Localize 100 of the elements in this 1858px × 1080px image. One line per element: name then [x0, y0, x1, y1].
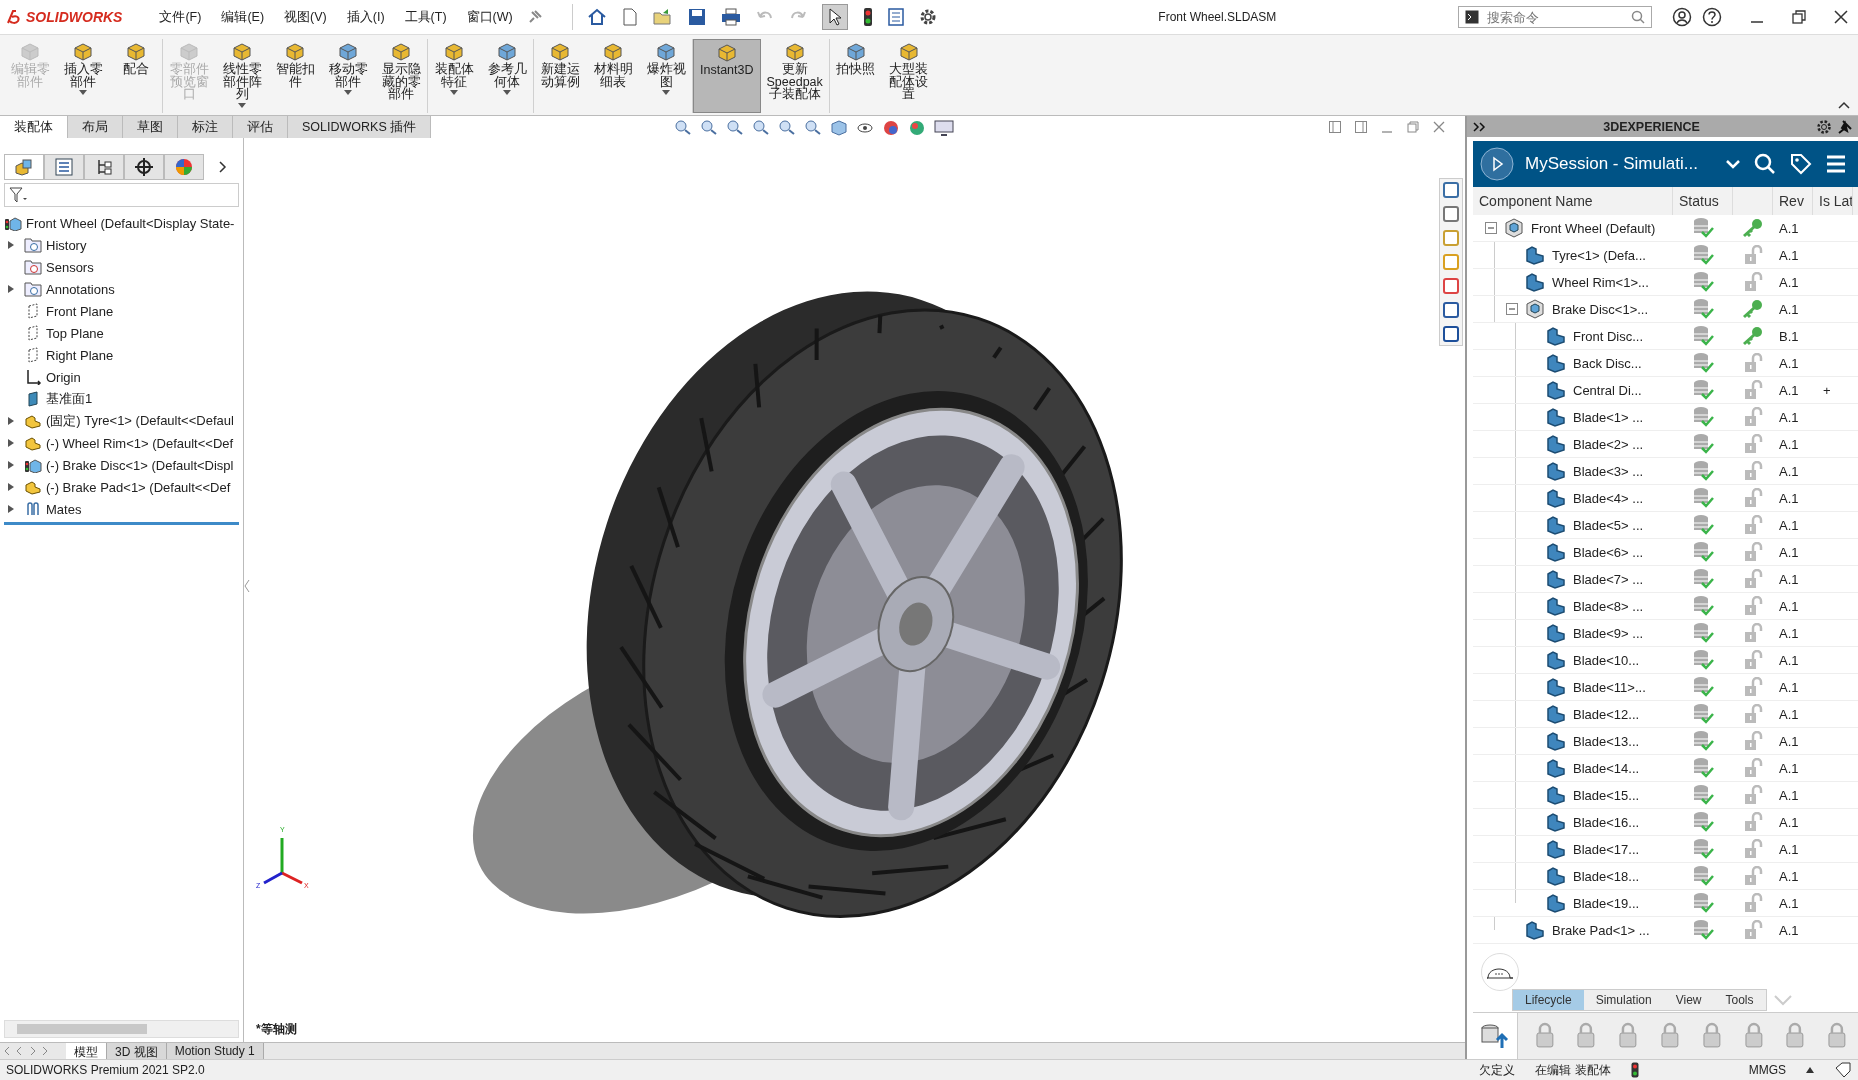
ribbon-button[interactable]: 配合 — [110, 39, 163, 113]
task-pane-icon[interactable] — [1442, 181, 1460, 199]
caret-icon[interactable] — [450, 90, 458, 95]
component-name[interactable]: Blade<7> ... — [1573, 571, 1644, 587]
command-tab[interactable]: 装配体 — [0, 116, 68, 138]
component-name[interactable]: Blade<14... — [1573, 760, 1640, 776]
list-icon[interactable] — [887, 8, 904, 26]
ribbon-button[interactable]: Instant3D — [693, 39, 761, 113]
component-name[interactable]: Blade<11>... — [1573, 679, 1646, 695]
view-tool-icon[interactable] — [700, 119, 718, 135]
component-name[interactable]: Blade<13... — [1573, 733, 1640, 749]
column-header[interactable]: Component Name — [1473, 187, 1673, 215]
save-icon[interactable] — [687, 8, 706, 26]
expand-arrow-icon[interactable] — [8, 285, 14, 293]
command-tab[interactable]: 草图 — [123, 116, 178, 138]
component-name[interactable]: Blade<6> ... — [1573, 544, 1644, 560]
settings-icon[interactable] — [1816, 118, 1832, 135]
collapse-toggle-icon[interactable] — [1506, 303, 1518, 315]
database-upload-button[interactable] — [1473, 1013, 1518, 1059]
model-tab[interactable]: 模型 — [66, 1043, 107, 1059]
panel-tab[interactable]: Simulation — [1583, 990, 1664, 1010]
component-name[interactable]: Blade<12... — [1573, 706, 1640, 722]
tree-item[interactable]: Annotations — [46, 281, 115, 297]
command-tab[interactable]: 评估 — [233, 116, 288, 138]
task-pane-icon[interactable] — [1442, 205, 1460, 223]
tree-item[interactable]: (-) Wheel Rim<1> (Default<<Def — [46, 435, 234, 451]
tree-item[interactable]: (-) Brake Disc<1> (Default<Displ — [46, 457, 234, 473]
view-tool-icon[interactable] — [674, 119, 692, 135]
expand-arrow-icon[interactable] — [8, 241, 14, 249]
restore-icon[interactable] — [1792, 10, 1806, 24]
expand-arrow-icon[interactable] — [8, 417, 14, 425]
menu-item[interactable]: 工具(T) — [399, 8, 452, 26]
ribbon-button[interactable]: 插入零部件 — [57, 39, 110, 113]
column-header[interactable]: Status — [1673, 187, 1733, 215]
ribbon-button[interactable]: 新建运动算例 — [534, 39, 587, 113]
tree-item[interactable]: Origin — [46, 369, 81, 385]
model-tab[interactable]: 3D 视图 — [107, 1043, 167, 1059]
component-name[interactable]: Blade<18... — [1573, 868, 1640, 884]
menu-item[interactable]: 视图(V) — [279, 8, 332, 26]
settings-icon[interactable] — [918, 8, 937, 26]
ribbon-button[interactable]: 智能扣件 — [269, 39, 322, 113]
component-name[interactable]: Blade<9> ... — [1573, 625, 1644, 641]
view-tool-icon[interactable] — [752, 119, 770, 135]
feature-tree-tab[interactable] — [4, 154, 44, 180]
view-tool-icon[interactable] — [804, 119, 822, 135]
component-name[interactable]: Wheel Rim<1>... — [1552, 274, 1649, 290]
menu-item[interactable]: 插入(I) — [341, 8, 390, 26]
monitor-icon[interactable] — [934, 119, 954, 137]
ribbon-button[interactable]: 更新Speedpak子装配体 — [760, 39, 830, 113]
command-tab[interactable]: 标注 — [178, 116, 233, 138]
tree-item[interactable]: Top Plane — [46, 325, 104, 341]
task-pane-icon[interactable] — [1442, 301, 1460, 319]
component-name[interactable]: Brake Disc<1>... — [1552, 301, 1649, 317]
search-field[interactable]: 搜索命令 — [1458, 6, 1652, 28]
horizontal-scrollbar[interactable] — [4, 1020, 239, 1038]
component-name[interactable]: Blade<8> ... — [1573, 598, 1644, 614]
units-selector[interactable]: MMGS — [1748, 1063, 1786, 1077]
close-icon[interactable] — [1834, 10, 1848, 24]
view-tool-icon[interactable] — [726, 119, 744, 135]
menu-item[interactable]: 编辑(E) — [216, 8, 270, 26]
component-name[interactable]: Blade<17... — [1573, 841, 1640, 857]
tile-right-icon[interactable] — [1355, 121, 1367, 133]
command-tab[interactable]: 布局 — [68, 116, 123, 138]
ribbon-button[interactable]: 参考几何体 — [481, 39, 534, 113]
component-name[interactable]: Blade<15... — [1573, 787, 1640, 803]
tree-item[interactable]: Front Plane — [46, 303, 114, 319]
sphere-icon[interactable] — [882, 119, 900, 137]
property-tab[interactable] — [44, 154, 84, 180]
task-pane-icon[interactable] — [1442, 325, 1460, 343]
caret-icon[interactable] — [344, 90, 352, 95]
tree-item[interactable]: Sensors — [46, 259, 94, 275]
user-icon[interactable] — [1672, 7, 1692, 27]
component-name[interactable]: Blade<16... — [1573, 814, 1640, 830]
splitter-handle-icon[interactable] — [244, 578, 250, 594]
component-name[interactable]: Tyre<1> (Defa... — [1552, 247, 1646, 263]
appearance-tab[interactable] — [164, 154, 204, 180]
component-name[interactable]: Blade<5> ... — [1573, 517, 1644, 533]
model-tab[interactable]: Motion Study 1 — [166, 1043, 264, 1059]
search-icon[interactable] — [1754, 153, 1776, 175]
ribbon-button[interactable]: 显示隐藏的零部件 — [375, 39, 428, 113]
caret-icon[interactable] — [238, 102, 246, 108]
compass-icon[interactable] — [1479, 146, 1515, 182]
column-header[interactable]: Rev — [1773, 187, 1813, 215]
tile-left-icon[interactable] — [1329, 121, 1341, 133]
component-name[interactable]: Blade<2> ... — [1573, 436, 1644, 452]
caret-up-icon[interactable] — [1806, 1067, 1814, 1073]
expand-arrow-icon[interactable] — [8, 483, 14, 491]
menu-item[interactable]: 窗口(W) — [461, 8, 518, 26]
panel-tab[interactable]: Lifecycle — [1513, 990, 1584, 1010]
component-name[interactable]: Blade<1> ... — [1573, 409, 1644, 425]
double-chevron-icon[interactable] — [1473, 121, 1487, 132]
ribbon-button[interactable]: 拍快照 — [829, 39, 883, 113]
print-icon[interactable] — [720, 8, 741, 26]
component-name[interactable]: Central Di... — [1573, 382, 1642, 398]
ribbon-button[interactable]: 线性零部件阵列 — [216, 39, 269, 113]
collapse-toggle-icon[interactable] — [1485, 222, 1497, 234]
component-name[interactable]: Blade<19... — [1573, 895, 1640, 911]
command-tab[interactable]: SOLIDWORKS 插件 — [288, 116, 432, 138]
caret-icon[interactable] — [79, 90, 87, 95]
menu-item[interactable]: 文件(F) — [154, 8, 207, 26]
